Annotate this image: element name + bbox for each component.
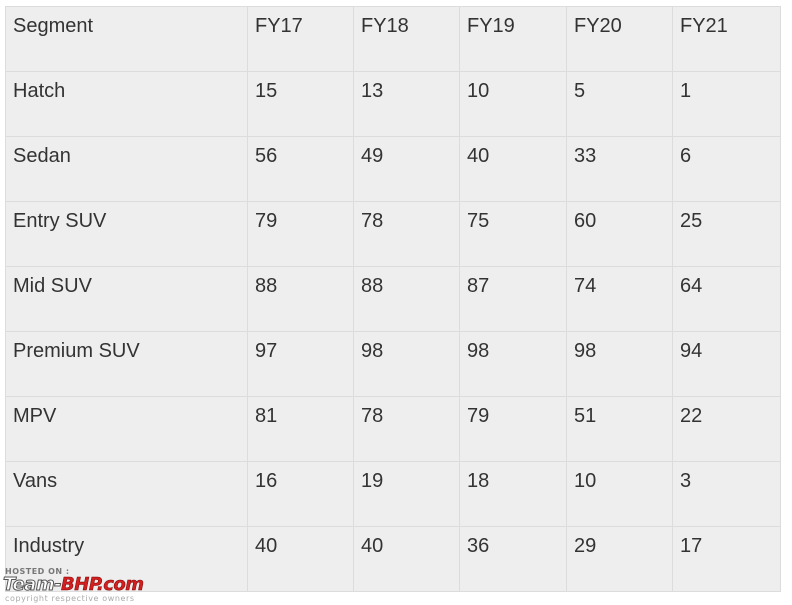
cell-fy20: 29 [566, 526, 673, 592]
header-fy17: FY17 [247, 6, 354, 72]
cell-fy17: 97 [247, 331, 354, 397]
cell-fy19: 79 [459, 396, 567, 462]
header-fy21: FY21 [672, 6, 781, 72]
cell-fy19: 10 [459, 71, 567, 137]
cell-fy19: 18 [459, 461, 567, 527]
cell-fy17: 81 [247, 396, 354, 462]
copyright-label: copyright respective owners [5, 594, 135, 603]
brand-team: Team- [2, 574, 62, 596]
cell-fy18: 40 [353, 526, 460, 592]
header-segment: Segment [5, 6, 248, 72]
header-fy20: FY20 [566, 6, 673, 72]
cell-fy21: 25 [672, 201, 781, 267]
cell-segment: Sedan [5, 136, 248, 202]
table-row: MPV 81 78 79 51 22 [5, 396, 781, 462]
cell-fy21: 22 [672, 396, 781, 462]
cell-fy19: 87 [459, 266, 567, 332]
cell-fy17: 56 [247, 136, 354, 202]
header-row: Segment FY17 FY18 FY19 FY20 FY21 [5, 6, 781, 72]
header-fy19: FY19 [459, 6, 567, 72]
cell-fy19: 98 [459, 331, 567, 397]
team-bhp-logo: Team-BHP.com [2, 574, 144, 596]
cell-fy20: 5 [566, 71, 673, 137]
cell-fy17: 15 [247, 71, 354, 137]
cell-fy20: 60 [566, 201, 673, 267]
cell-fy17: 16 [247, 461, 354, 527]
cell-fy21: 1 [672, 71, 781, 137]
cell-fy21: 6 [672, 136, 781, 202]
cell-fy18: 88 [353, 266, 460, 332]
cell-fy17: 40 [247, 526, 354, 592]
cell-segment: Premium SUV [5, 331, 248, 397]
cell-fy21: 94 [672, 331, 781, 397]
cell-fy20: 51 [566, 396, 673, 462]
cell-segment: Vans [5, 461, 248, 527]
cell-fy20: 10 [566, 461, 673, 527]
table-row: Vans 16 19 18 10 3 [5, 461, 781, 527]
table-row: Premium SUV 97 98 98 98 94 [5, 331, 781, 397]
cell-fy19: 40 [459, 136, 567, 202]
cell-fy18: 13 [353, 71, 460, 137]
table-row: Mid SUV 88 88 87 74 64 [5, 266, 781, 332]
cell-segment: Entry SUV [5, 201, 248, 267]
cell-fy20: 33 [566, 136, 673, 202]
cell-fy21: 3 [672, 461, 781, 527]
cell-fy18: 49 [353, 136, 460, 202]
cell-fy21: 17 [672, 526, 781, 592]
team-bhp-watermark: HOSTED ON : Team-BHP.com copyright respe… [2, 567, 193, 603]
cell-fy18: 98 [353, 331, 460, 397]
cell-fy20: 98 [566, 331, 673, 397]
cell-fy18: 78 [353, 201, 460, 267]
cell-segment: MPV [5, 396, 248, 462]
header-fy18: FY18 [353, 6, 460, 72]
cell-fy17: 88 [247, 266, 354, 332]
brand-bhp: BHP.com [61, 574, 144, 596]
cell-fy19: 75 [459, 201, 567, 267]
cell-fy18: 19 [353, 461, 460, 527]
cell-fy18: 78 [353, 396, 460, 462]
cell-fy19: 36 [459, 526, 567, 592]
cell-fy20: 74 [566, 266, 673, 332]
table-row: Hatch 15 13 10 5 1 [5, 71, 781, 137]
table-row: Entry SUV 79 78 75 60 25 [5, 201, 781, 267]
table-row: Sedan 56 49 40 33 6 [5, 136, 781, 202]
cell-segment: Mid SUV [5, 266, 248, 332]
segment-table: Segment FY17 FY18 FY19 FY20 FY21 Hatch 15… [5, 6, 781, 592]
cell-fy17: 79 [247, 201, 354, 267]
cell-fy21: 64 [672, 266, 781, 332]
cell-segment: Hatch [5, 71, 248, 137]
